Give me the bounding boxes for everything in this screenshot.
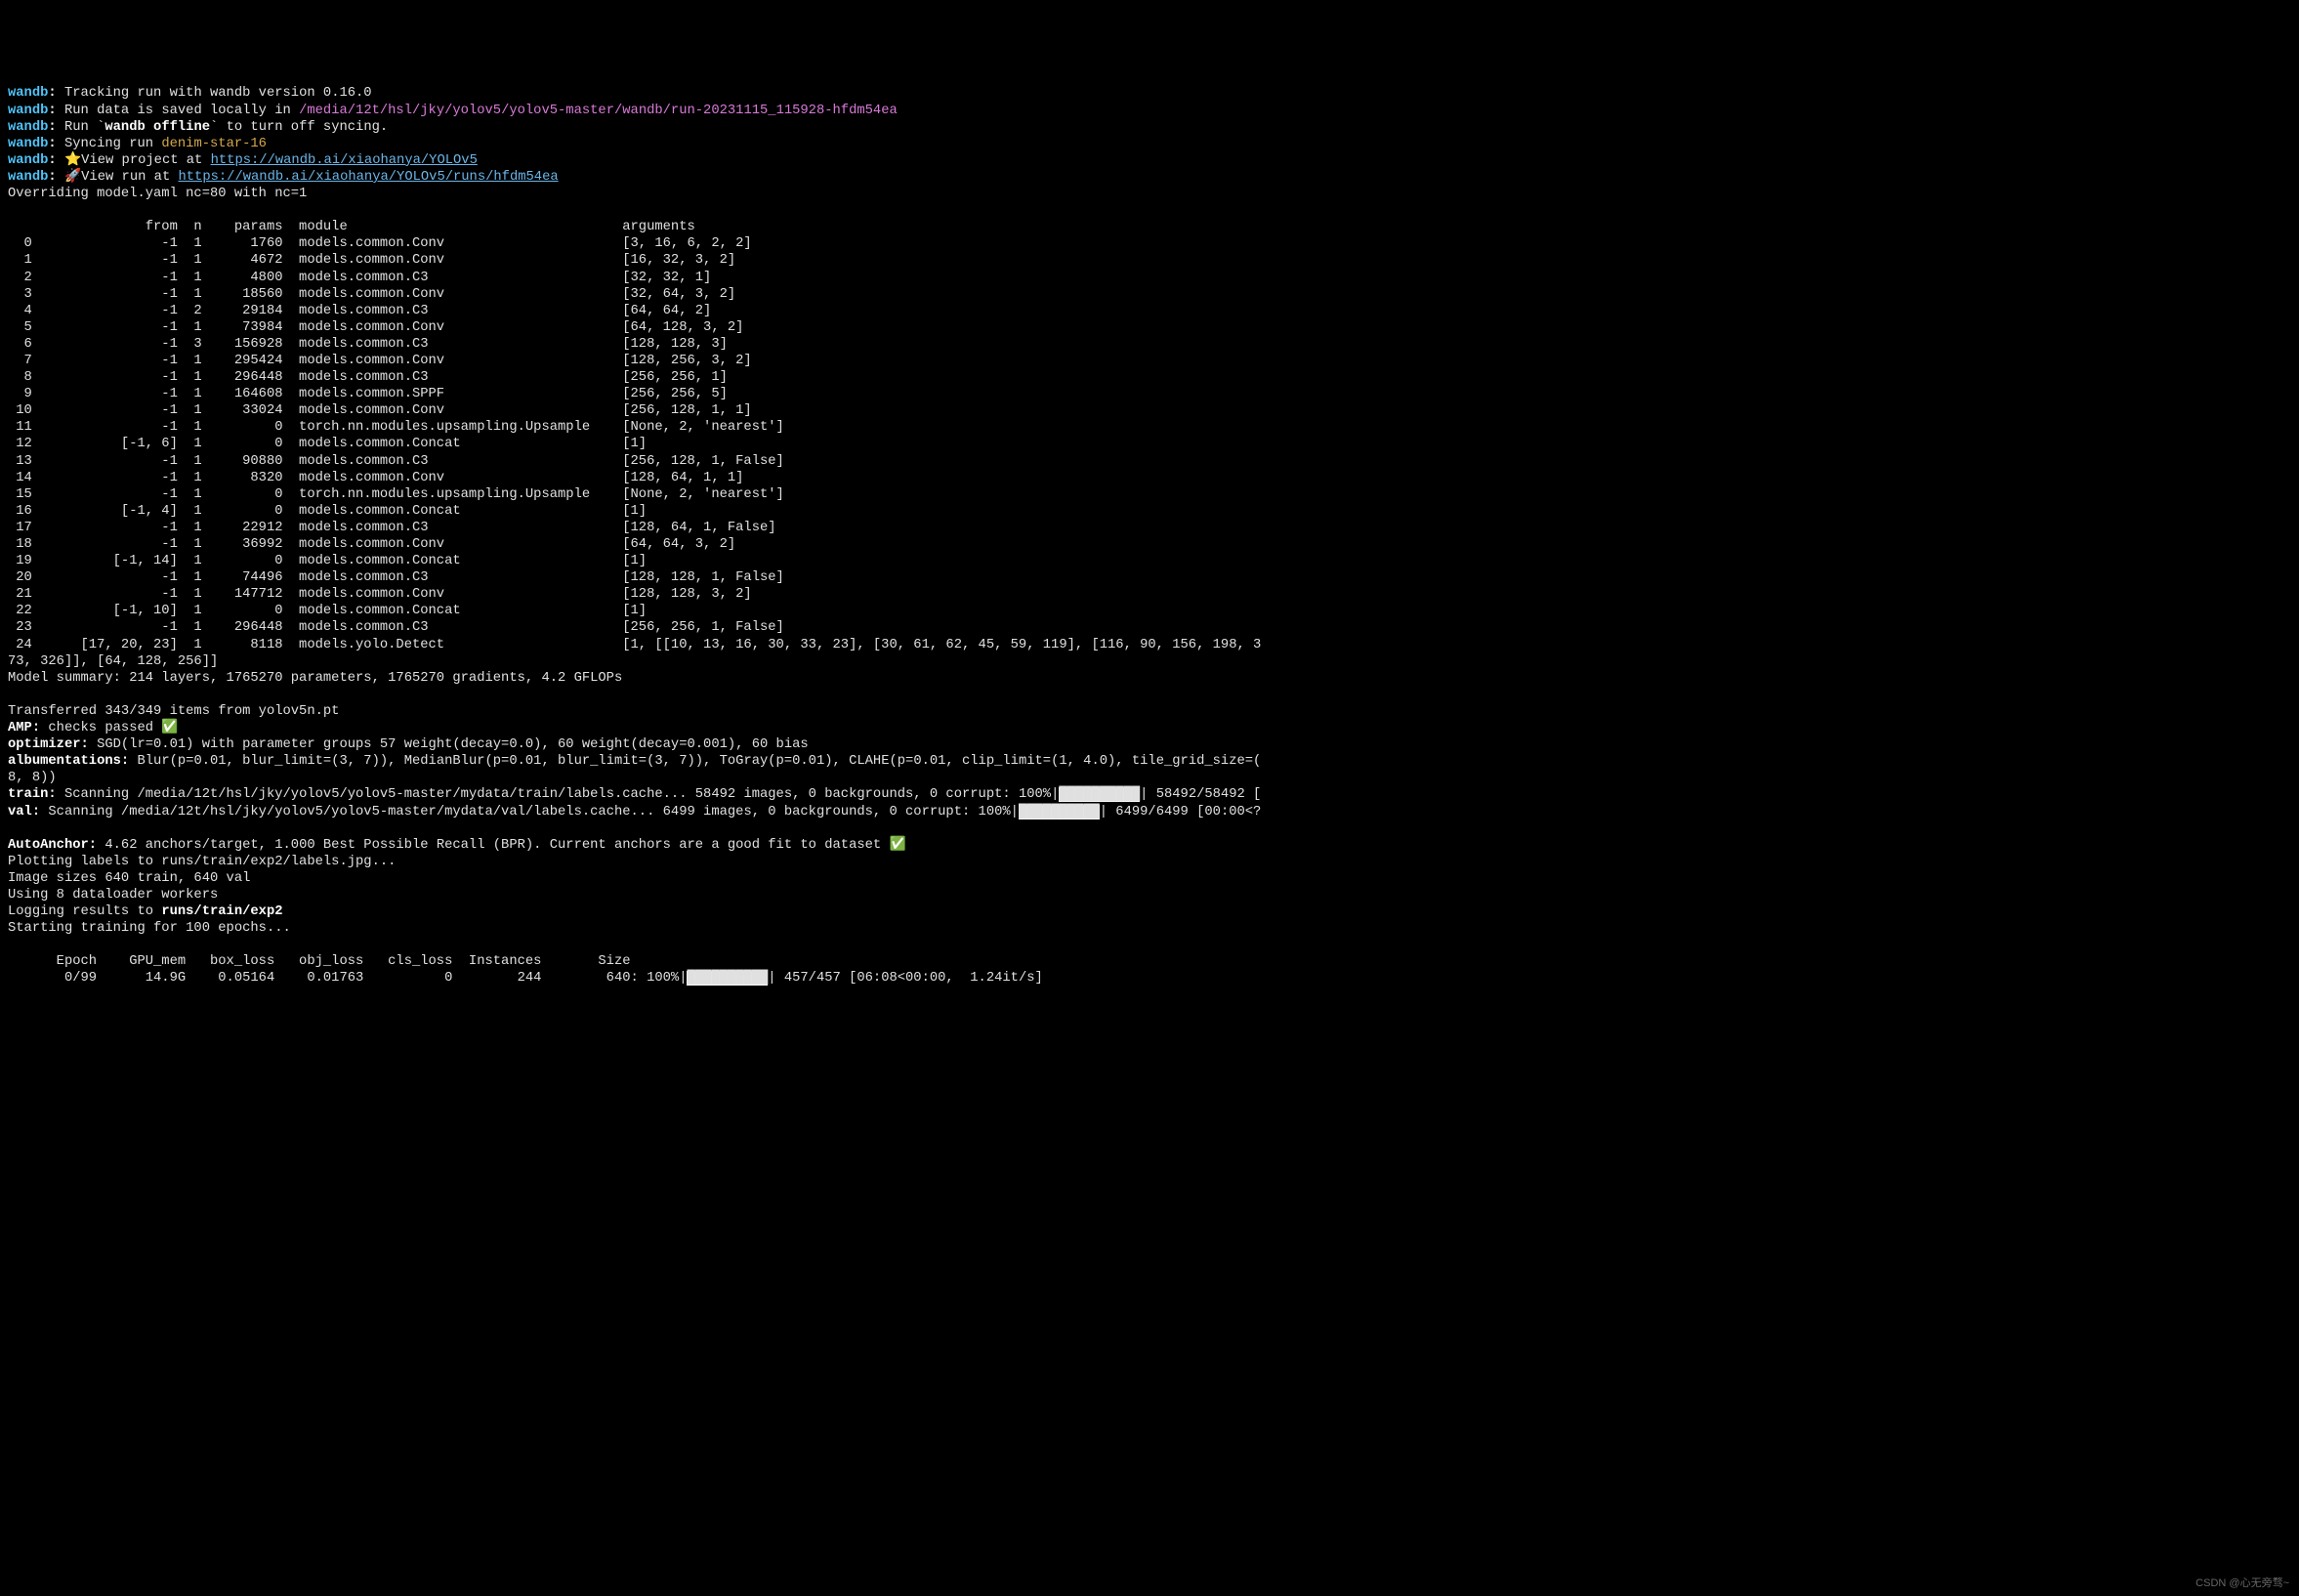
wandb-project-url[interactable]: https://wandb.ai/xiaohanya/YOLOv5 — [211, 153, 478, 168]
watermark: CSDN @心无旁骛~ — [2195, 1577, 2289, 1591]
table-row: 9 -1 1 164608 models.common.SPPF [256, 2… — [8, 387, 728, 401]
table-row: 22 [-1, 10] 1 0 models.common.Concat [1] — [8, 604, 647, 618]
table-row: 0 -1 1 1760 models.common.Conv [3, 16, 6… — [8, 236, 752, 251]
terminal-output: wandb: Tracking run with wandb version 0… — [8, 68, 2291, 987]
training-suffix: | 457/457 [06:08<00:00, 1.24it/s] — [768, 971, 1043, 986]
table-row: 17 -1 1 22912 models.common.C3 [128, 64,… — [8, 521, 776, 535]
albumentations-text: Blur(p=0.01, blur_limit=(3, 7)), MedianB… — [129, 754, 1261, 769]
autoanchor-text: 4.62 anchors/target, 1.000 Best Possible… — [97, 838, 889, 853]
train-label: train: — [8, 787, 57, 802]
table-header: from n params module arguments — [8, 220, 695, 234]
amp-text: checks passed — [40, 721, 161, 735]
wandb-offline-cmd: wandb offline — [104, 120, 210, 135]
check-icon: ✅ — [161, 721, 178, 735]
workers-line: Using 8 dataloader workers — [8, 888, 218, 903]
optimizer-label: optimizer: — [8, 737, 89, 752]
wandb-run-prefix: 🚀View run at — [57, 170, 179, 185]
wandb-offline-suffix: ` to turn off syncing. — [210, 120, 388, 135]
table-row: 20 -1 1 74496 models.common.C3 [128, 128… — [8, 570, 784, 585]
table-row: 6 -1 3 156928 models.common.C3 [128, 128… — [8, 337, 728, 352]
table-row: 2 -1 1 4800 models.common.C3 [32, 32, 1] — [8, 271, 711, 285]
transferred-line: Transferred 343/349 items from yolov5n.p… — [8, 704, 339, 719]
amp-label: AMP: — [8, 721, 40, 735]
wandb-prefix: wandb — [8, 86, 48, 101]
val-text: Scanning /media/12t/hsl/jky/yolov5/yolov… — [40, 805, 1019, 819]
logging-path: runs/train/exp2 — [161, 904, 282, 919]
wandb-prefix: wandb — [8, 137, 48, 151]
table-row: 14 -1 1 8320 models.common.Conv [128, 64… — [8, 471, 743, 485]
progress-bar: ██████████ — [1059, 787, 1140, 802]
table-row: 12 [-1, 6] 1 0 models.common.Concat [1] — [8, 437, 647, 451]
table-row: 8 -1 1 296448 models.common.C3 [256, 256… — [8, 370, 728, 385]
progress-bar: ██████████ — [1019, 805, 1100, 819]
table-row: 13 -1 1 90880 models.common.C3 [256, 128… — [8, 454, 784, 469]
table-row: 11 -1 1 0 torch.nn.modules.upsampling.Up… — [8, 420, 784, 435]
table-row: 15 -1 1 0 torch.nn.modules.upsampling.Up… — [8, 487, 784, 502]
autoanchor-label: AutoAnchor: — [8, 838, 97, 853]
image-sizes-line: Image sizes 640 train, 640 val — [8, 871, 250, 886]
override-line: Overriding model.yaml nc=80 with nc=1 — [8, 187, 307, 201]
progress-bar: ██████████ — [687, 971, 768, 986]
train-text: Scanning /media/12t/hsl/jky/yolov5/yolov… — [57, 787, 1060, 802]
table-row: 21 -1 1 147712 models.common.Conv [128, … — [8, 587, 752, 602]
optimizer-text: SGD(lr=0.01) with parameter groups 57 we… — [89, 737, 809, 752]
starting-line: Starting training for 100 epochs... — [8, 921, 291, 936]
plotting-line: Plotting labels to runs/train/exp2/label… — [8, 855, 396, 869]
wandb-prefix: wandb — [8, 120, 48, 135]
model-summary: Model summary: 214 layers, 1765270 param… — [8, 671, 622, 686]
table-row: 4 -1 2 29184 models.common.C3 [64, 64, 2… — [8, 304, 711, 318]
wandb-run-url[interactable]: https://wandb.ai/xiaohanya/YOLOv5/runs/h… — [179, 170, 559, 185]
wandb-rundata-path: /media/12t/hsl/jky/yolov5/yolov5-master/… — [299, 104, 898, 118]
table-row: 7 -1 1 295424 models.common.Conv [128, 2… — [8, 354, 752, 368]
wandb-prefix: wandb — [8, 153, 48, 168]
training-row-prefix: 0/99 14.9G 0.05164 0.01763 0 244 640: 10… — [8, 971, 687, 986]
val-suffix: | 6499/6499 [00:00<? — [1100, 805, 1262, 819]
table-row: 24 [17, 20, 23] 1 8118 models.yolo.Detec… — [8, 638, 1261, 652]
table-row: 10 -1 1 33024 models.common.Conv [256, 1… — [8, 403, 752, 418]
wandb-prefix: wandb — [8, 104, 48, 118]
wandb-offline-prefix: Run ` — [57, 120, 105, 135]
wandb-prefix: wandb — [8, 170, 48, 185]
wandb-rundata-prefix: Run data is saved locally in — [57, 104, 299, 118]
table-row: 16 [-1, 4] 1 0 models.common.Concat [1] — [8, 504, 647, 519]
table-row-cont: 73, 326]], [64, 128, 256]] — [8, 654, 218, 669]
wandb-run-name: denim-star-16 — [161, 137, 267, 151]
table-row: 3 -1 1 18560 models.common.Conv [32, 64,… — [8, 287, 735, 302]
wandb-project-prefix: ⭐View project at — [57, 153, 211, 168]
wandb-syncing-prefix: Syncing run — [57, 137, 162, 151]
albumentations-label: albumentations: — [8, 754, 129, 769]
check-icon: ✅ — [889, 838, 905, 853]
train-suffix: | 58492/58492 [ — [1140, 787, 1261, 802]
albumentations-cont: 8, 8)) — [8, 771, 57, 785]
table-row: 1 -1 1 4672 models.common.Conv [16, 32, … — [8, 253, 735, 268]
training-header: Epoch GPU_mem box_loss obj_loss cls_loss… — [8, 954, 631, 969]
logging-prefix: Logging results to — [8, 904, 161, 919]
wandb-version-line: Tracking run with wandb version 0.16.0 — [57, 86, 372, 101]
table-row: 5 -1 1 73984 models.common.Conv [64, 128… — [8, 320, 743, 335]
table-row: 18 -1 1 36992 models.common.Conv [64, 64… — [8, 537, 735, 552]
table-row: 23 -1 1 296448 models.common.C3 [256, 25… — [8, 620, 784, 635]
table-row: 19 [-1, 14] 1 0 models.common.Concat [1] — [8, 554, 647, 568]
val-label: val: — [8, 805, 40, 819]
